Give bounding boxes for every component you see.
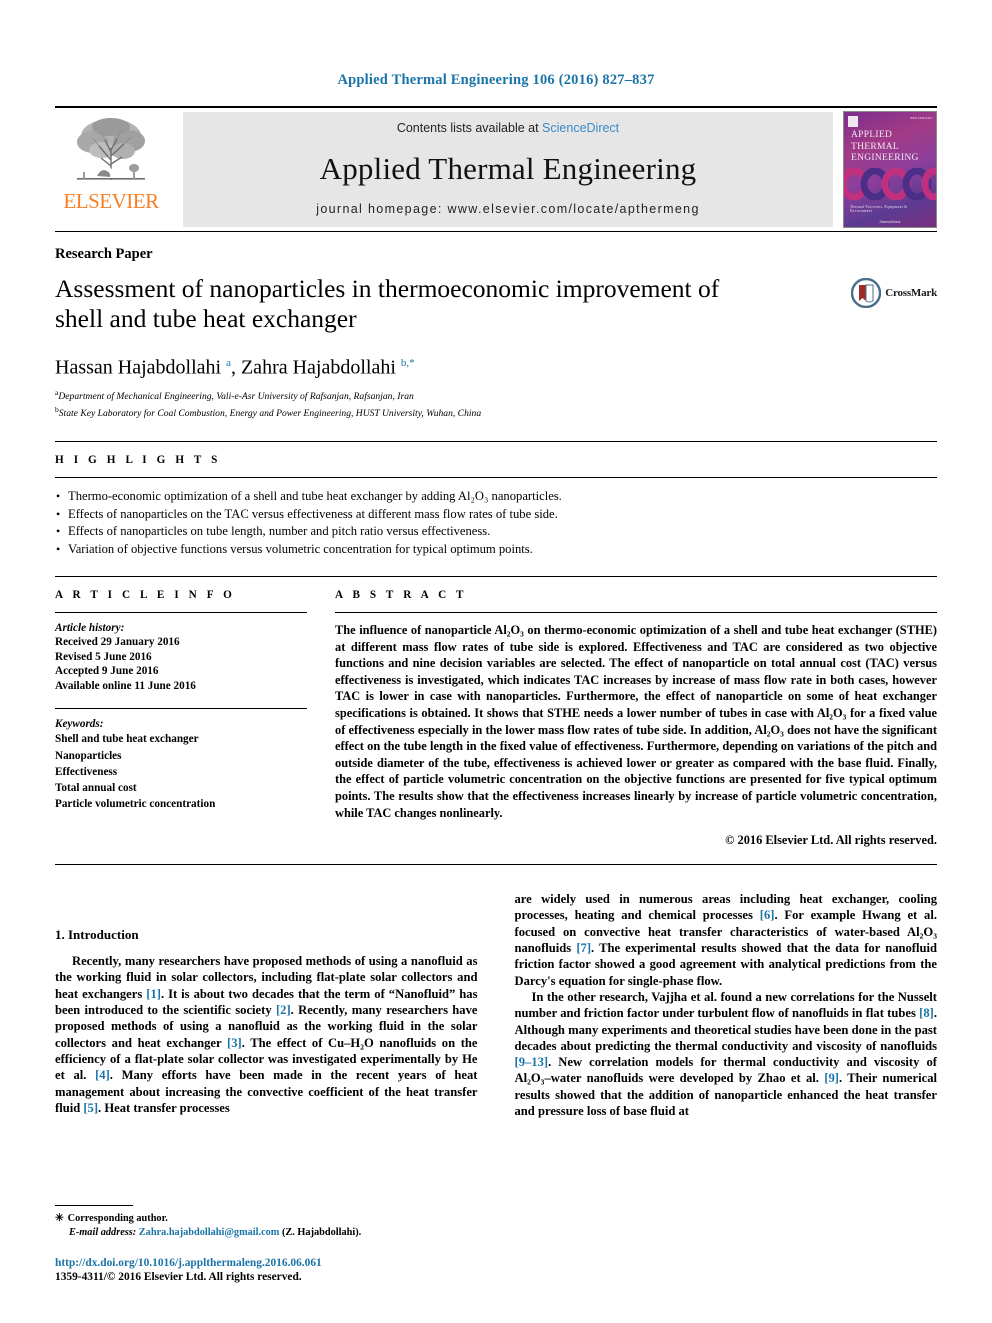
journal-banner: Contents lists available at ScienceDirec… xyxy=(183,112,833,227)
contents-prefix: Contents lists available at xyxy=(396,121,543,135)
affiliation-b: bState Key Laboratory for Coal Combustio… xyxy=(55,404,937,421)
crossmark-icon xyxy=(851,278,882,308)
running-head: Applied Thermal Engineering 106 (2016) 8… xyxy=(337,72,655,88)
cover-publisher: ScienceDirect xyxy=(879,220,901,224)
elsevier-wordmark: ELSEVIER xyxy=(63,189,159,213)
affiliation-a-text: Department of Mechanical Engineering, Va… xyxy=(58,390,414,402)
abstract-copyright: © 2016 Elsevier Ltd. All rights reserved… xyxy=(725,833,937,848)
keyword-item: Total annual cost xyxy=(55,782,137,795)
elsevier-logo: ELSEVIER xyxy=(55,108,167,231)
abstract-bottom-rule xyxy=(55,864,937,866)
section-title-introduction: 1. Introduction xyxy=(55,927,139,943)
journal-title: Applied Thermal Engineering xyxy=(319,150,697,186)
keyword-item: Particle volumetric concentration xyxy=(55,798,216,811)
paper-page: Applied Thermal Engineering 106 (2016) 8… xyxy=(0,0,992,1323)
affiliation-b-text: State Key Laboratory for Coal Combustion… xyxy=(58,408,482,420)
article-info-column: A R T I C L E I N F O Article history: R… xyxy=(55,589,307,848)
corresponding-author-note: ✳ Corresponding author. xyxy=(55,1212,480,1226)
keywords-rule xyxy=(55,708,307,710)
cover-title-line1: APPLIED xyxy=(851,130,893,140)
article-info-rule xyxy=(55,612,307,614)
sciencedirect-link[interactable]: ScienceDirect xyxy=(542,121,619,135)
cover-elsevier-mark-icon xyxy=(848,116,858,127)
list-item: Thermo-economic optimization of a shell … xyxy=(55,488,937,506)
page-title: Assessment of nanoparticles in thermoeco… xyxy=(55,274,720,333)
affiliation-a: aDepartment of Mechanical Engineering, V… xyxy=(55,387,937,404)
abstract-text: The influence of nanoparticle Al₂O₃ on t… xyxy=(335,623,937,820)
intro-paragraph-right-2: In the other research, Vajjha et al. fou… xyxy=(514,989,938,1119)
doi-block: http://dx.doi.org/10.1016/j.applthermale… xyxy=(55,1256,480,1285)
journal-cover-thumbnail[interactable]: ISSN 1359-4311 APPLIED THERMAL ENGINEERI… xyxy=(843,111,937,228)
article-history-revised: Revised 5 June 2016 xyxy=(55,650,152,663)
elsevier-tree-icon xyxy=(77,118,145,181)
list-item: Effects of nanoparticles on the TAC vers… xyxy=(55,506,937,524)
contents-list-line: Contents lists available at ScienceDirec… xyxy=(397,121,619,135)
cover-title-line2: THERMAL xyxy=(851,141,900,152)
doi-link[interactable]: http://dx.doi.org/10.1016/j.applthermale… xyxy=(55,1256,480,1271)
abstract-heading: A B S T R A C T xyxy=(335,589,468,602)
highlights-list: Thermo-economic optimization of a shell … xyxy=(55,488,937,558)
email-suffix: (Z. Hajabdollahi). xyxy=(281,1226,362,1238)
intro-paragraph-right-1: are widely used in numerous areas includ… xyxy=(514,892,938,988)
footnote-rule xyxy=(55,1204,133,1206)
highlights-rule xyxy=(55,477,937,479)
body-column-right: are widely used in numerous areas includ… xyxy=(515,891,938,1119)
cover-title: APPLIED THERMAL ENGINEERING xyxy=(851,130,932,165)
crossmark-badge[interactable]: CrossMark xyxy=(851,278,937,308)
article-history-accepted: Accepted 9 June 2016 xyxy=(55,665,159,678)
author-list: Hassan Hajabdollahi a, Zahra Hajabdollah… xyxy=(55,356,415,379)
cover-issn: ISSN 1359-4311 xyxy=(910,116,932,120)
article-type: Research Paper xyxy=(55,246,153,262)
info-abstract-section: A R T I C L E I N F O Article history: R… xyxy=(55,576,937,848)
abstract-column: A B S T R A C T The influence of nanopar… xyxy=(335,589,937,848)
crossmark-label: CrossMark xyxy=(885,287,937,299)
intro-paragraph-left: Recently, many researchers have proposed… xyxy=(55,954,478,1115)
cover-title-line3: ENGINEERING xyxy=(851,153,919,163)
keyword-item: Shell and tube heat exchanger xyxy=(55,733,199,746)
footnote-area: ✳ Corresponding author. E-mail address: Z… xyxy=(55,1204,480,1285)
keyword-item: Effectiveness xyxy=(55,765,118,778)
email-note: E-mail address: Zahra.hajabdollahi@gmail… xyxy=(55,1226,480,1240)
article-history-received: Received 29 January 2016 xyxy=(55,636,180,649)
column-spacer xyxy=(55,891,478,927)
keyword-item: Nanoparticles xyxy=(55,749,122,762)
corresponding-author-marker: ✳ xyxy=(55,1212,64,1224)
email-label: E-mail address: xyxy=(69,1226,137,1238)
title-block: Assessment of nanoparticles in thermoeco… xyxy=(55,274,937,334)
article-history-label: Article history: xyxy=(55,622,125,635)
masthead-bottom-rule xyxy=(55,231,937,232)
issn-copyright: 1359-4311/© 2016 Elsevier Ltd. All right… xyxy=(55,1271,302,1284)
article-info-heading: A R T I C L E I N F O xyxy=(55,589,236,602)
highlights-section: H I G H L I G H T S Thermo-economic opti… xyxy=(55,441,937,558)
highlights-heading: H I G H L I G H T S xyxy=(55,454,221,467)
corresponding-author-text: Corresponding author. xyxy=(67,1212,168,1224)
body-column-left: 1. Introduction Recently, many researche… xyxy=(55,891,478,1119)
keywords-label: Keywords: xyxy=(55,718,104,731)
cover-top-row: ISSN 1359-4311 xyxy=(848,116,932,127)
abstract-rule xyxy=(335,612,937,614)
list-item: Variation of objective functions versus … xyxy=(55,541,937,559)
article-history-online: Available online 11 June 2016 xyxy=(55,679,196,692)
body-columns: 1. Introduction Recently, many researche… xyxy=(55,891,937,1119)
cover-chain-rings-icon xyxy=(844,168,936,200)
cover-footer-text: Thermal Processes, Equipment & Environme… xyxy=(850,205,908,213)
list-item: Effects of nanoparticles on tube length,… xyxy=(55,523,937,541)
journal-masthead: ELSEVIER Contents lists available at Sci… xyxy=(55,106,937,231)
email-link[interactable]: Zahra.hajabdollahi@gmail.com xyxy=(139,1227,280,1238)
journal-homepage-link[interactable]: journal homepage: www.elsevier.com/locat… xyxy=(316,202,700,216)
